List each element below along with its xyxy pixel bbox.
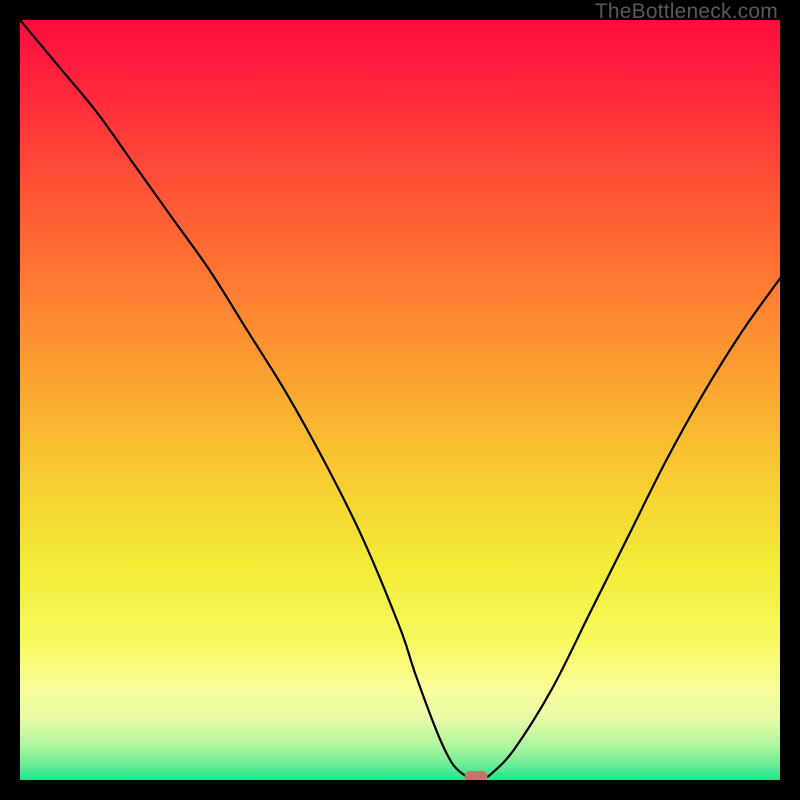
bottleneck-chart (20, 20, 780, 780)
gradient-background (20, 20, 780, 780)
chart-container (20, 20, 780, 780)
optimal-marker (465, 771, 488, 780)
